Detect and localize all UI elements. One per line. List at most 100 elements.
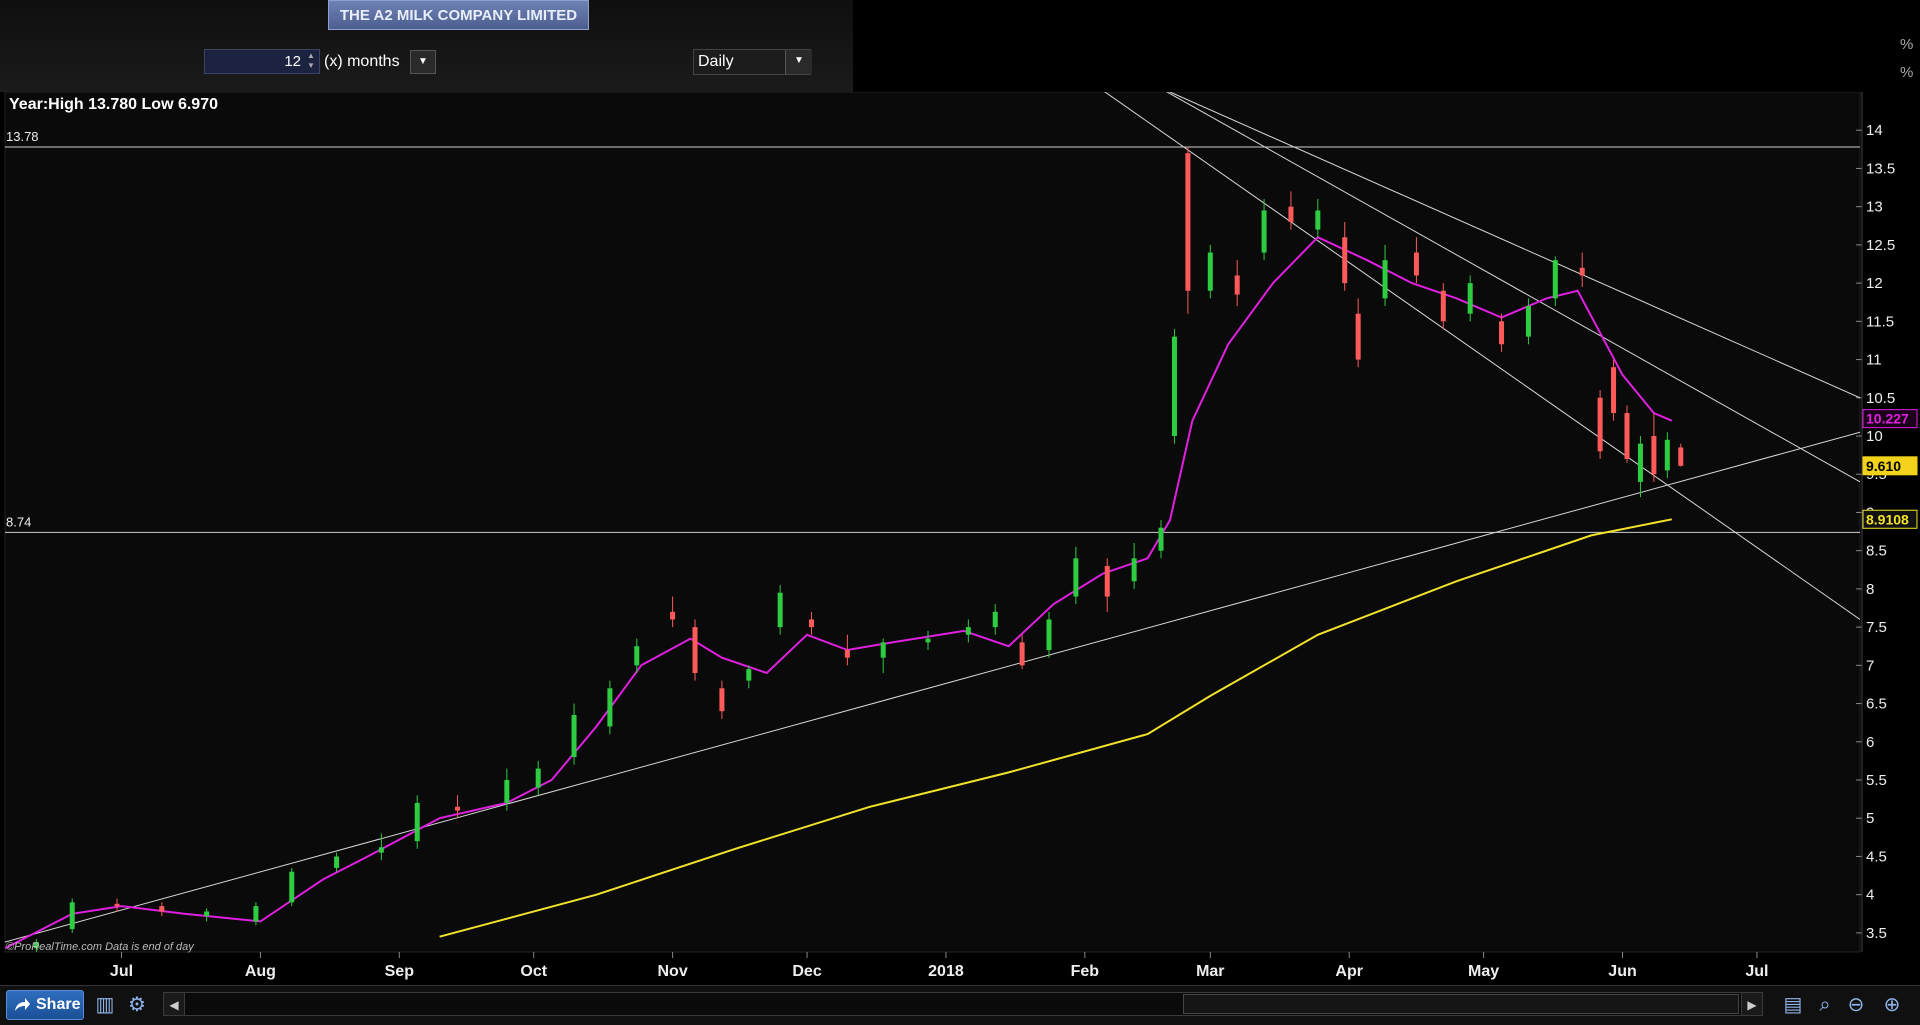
x-tick-label: Jul: [110, 963, 133, 980]
instrument-title[interactable]: THE A2 MILK COMPANY LIMITED: [328, 0, 589, 30]
x-tick-label: May: [1468, 963, 1499, 980]
y-tick-label: 5: [1866, 810, 1874, 827]
plot-area: [4, 92, 1861, 953]
candle-body: [607, 688, 613, 727]
candle-body: [1355, 313, 1361, 360]
candle-body: [1440, 290, 1446, 322]
x-tick-label: Dec: [792, 963, 821, 980]
period-input[interactable]: 12: [204, 49, 320, 74]
x-tick-label: Sep: [385, 963, 415, 980]
period-spinner-icon[interactable]: ▲ ▼: [305, 51, 317, 72]
period-unit-label: (x) months: [324, 53, 400, 70]
candle-body: [1597, 397, 1603, 452]
percent-marker: %: [1900, 64, 1914, 81]
candle-body: [1158, 527, 1164, 551]
candle-body: [378, 847, 384, 853]
candle-body: [634, 646, 640, 666]
x-tick-label: Aug: [245, 963, 276, 980]
x-tick-label: 2018: [928, 963, 964, 980]
y-tick-label: 8.5: [1866, 543, 1887, 560]
candle-body: [1579, 267, 1585, 276]
y-tick-label: 11: [1866, 352, 1882, 369]
last-value-label: 8.9108: [1866, 511, 1909, 527]
y-tick-label: 12.5: [1866, 237, 1895, 254]
x-tick-label: Mar: [1196, 963, 1224, 980]
y-tick-label: 7.5: [1866, 619, 1887, 636]
candle-body: [746, 669, 752, 681]
candle-body: [1413, 252, 1419, 276]
candle-body: [535, 768, 541, 788]
candle-body: [1552, 260, 1558, 299]
scrollbar-thumb[interactable]: [1183, 994, 1739, 1014]
candle-body: [719, 688, 725, 712]
chart-tools-icon[interactable]: ▥: [92, 992, 118, 1018]
share-label: Share: [36, 996, 81, 1013]
candle-body: [455, 806, 461, 811]
candle-body: [1315, 210, 1321, 230]
y-tick-label: 6: [1866, 734, 1874, 751]
candle-body: [1046, 619, 1052, 651]
horizontal-level-label: 8.74: [6, 514, 31, 529]
candle-body: [1261, 210, 1267, 253]
candle-body: [992, 611, 998, 628]
scroll-right-icon[interactable]: ▶: [1741, 992, 1763, 1016]
candle-body: [1171, 336, 1177, 436]
x-tick-label: Oct: [520, 963, 547, 980]
indicator-icon[interactable]: ⚙: [124, 992, 150, 1018]
candle-body: [1624, 413, 1630, 459]
period-dropdown-icon[interactable]: ▼: [410, 50, 436, 74]
candle-body: [809, 619, 815, 628]
y-tick-label: 6.5: [1866, 696, 1887, 713]
zoom-in-icon[interactable]: ⊕: [1879, 992, 1905, 1018]
candle-body: [204, 911, 210, 917]
zoom-out-icon[interactable]: ⊖: [1843, 992, 1869, 1018]
candle-body: [1185, 153, 1191, 291]
candle-body: [1234, 275, 1240, 295]
candle-body: [504, 780, 510, 803]
y-tick-label: 3.5: [1866, 925, 1887, 942]
chart-type-icon[interactable]: ▤: [1780, 992, 1806, 1018]
candle-body: [253, 906, 259, 922]
bottom-toolbar: Share ▥ ⚙ ◀ ▶ ▤ ⌕ ⊖ ⊕: [0, 985, 1920, 1025]
interval-dropdown-icon[interactable]: ▼: [785, 50, 812, 74]
x-tick-label: Jul: [1745, 963, 1768, 980]
price-chart[interactable]: 3.544.555.566.577.588.599.51010.51111.51…: [0, 92, 1920, 985]
last-value-label: 10.227: [1866, 411, 1909, 427]
y-tick-label: 8: [1866, 581, 1874, 598]
candle-body: [1525, 306, 1531, 337]
y-tick-label: 7: [1866, 657, 1874, 674]
candle-body: [925, 638, 931, 643]
candle-body: [114, 903, 120, 907]
scroll-left-icon[interactable]: ◀: [163, 992, 185, 1016]
zoom-fit-icon[interactable]: ⌕: [1812, 992, 1838, 1018]
candle-body: [1651, 436, 1657, 475]
y-tick-label: 4.5: [1866, 848, 1887, 865]
candle-body: [414, 802, 420, 842]
y-tick-label: 5.5: [1866, 772, 1887, 789]
share-icon: [15, 998, 30, 1011]
x-tick-label: Nov: [658, 963, 688, 980]
x-tick-label: Jun: [1608, 963, 1636, 980]
percent-marker: %: [1900, 36, 1914, 53]
y-tick-label: 13: [1866, 199, 1883, 216]
candle-body: [844, 650, 850, 658]
y-tick-label: 11.5: [1866, 313, 1894, 330]
share-button[interactable]: Share: [6, 990, 84, 1020]
candle-body: [1467, 283, 1473, 314]
candle-body: [1131, 558, 1137, 582]
x-tick-label: Apr: [1335, 963, 1363, 980]
candle-body: [670, 611, 676, 620]
chart-title: Year:High 13.780 Low 6.970: [9, 96, 218, 113]
horizontal-level-label: 13.78: [6, 129, 39, 144]
candle-body: [1499, 321, 1505, 345]
candle-body: [1104, 565, 1110, 597]
candle-body: [1382, 260, 1388, 299]
x-tick-label: Feb: [1071, 963, 1100, 980]
candle-body: [289, 871, 295, 903]
candle-body: [571, 715, 577, 758]
candle-body: [777, 592, 783, 628]
y-tick-label: 10.5: [1866, 390, 1895, 407]
candle-body: [1073, 558, 1079, 597]
candle-body: [159, 906, 165, 912]
candle-body: [69, 902, 75, 930]
